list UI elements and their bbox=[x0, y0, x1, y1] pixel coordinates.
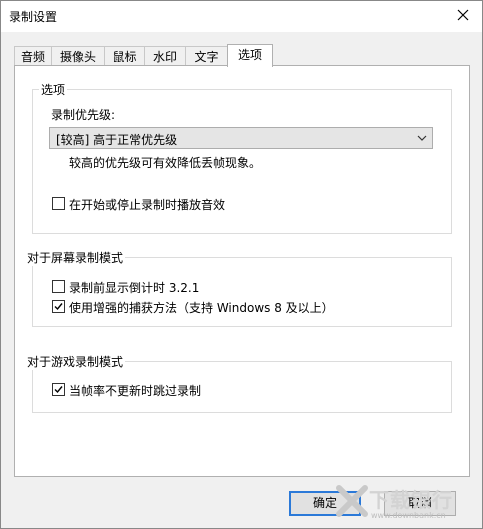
tab-text[interactable]: 文字 bbox=[185, 46, 228, 66]
tab-audio[interactable]: 音频 bbox=[14, 46, 52, 66]
priority-select[interactable]: [较高] 高于正常优先级 bbox=[49, 127, 433, 149]
cancel-button[interactable]: 取消 bbox=[384, 491, 456, 516]
chevron-down-icon bbox=[416, 132, 428, 144]
settings-dialog: 录制设置 音频 摄像头 鼠标 水印 文字 选项 选项 录制优先级: [较高] 高… bbox=[0, 0, 483, 529]
sound-checkbox-label[interactable]: 在开始或停止录制时播放音效 bbox=[69, 196, 225, 213]
priority-value: [较高] 高于正常优先级 bbox=[56, 133, 178, 147]
checkmark-icon bbox=[54, 303, 63, 311]
tab-watermark[interactable]: 水印 bbox=[144, 46, 186, 66]
ok-button[interactable]: 确定 bbox=[289, 491, 361, 516]
tab-camera[interactable]: 摄像头 bbox=[51, 46, 105, 66]
window-title: 录制设置 bbox=[9, 10, 58, 24]
countdown-checkbox-label[interactable]: 录制前显示倒计时 3.2.1 bbox=[69, 279, 199, 296]
tab-options[interactable]: 选项 bbox=[227, 44, 273, 67]
checkmark-icon bbox=[54, 386, 63, 394]
sound-checkbox[interactable] bbox=[52, 197, 65, 210]
skip-checkbox[interactable] bbox=[52, 383, 65, 396]
priority-label: 录制优先级: bbox=[51, 108, 116, 122]
enhanced-checkbox-label[interactable]: 使用增强的捕获方法（支持 Windows 8 及以上） bbox=[69, 299, 334, 316]
title-bar: 录制设置 bbox=[1, 1, 482, 32]
close-icon[interactable] bbox=[454, 6, 472, 24]
game-mode-group-label: 对于游戏录制模式 bbox=[25, 353, 126, 370]
priority-hint: 较高的优先级可有效降低丢帧现象。 bbox=[69, 156, 262, 170]
enhanced-checkbox[interactable] bbox=[52, 300, 65, 313]
screen-mode-group-label: 对于屏幕录制模式 bbox=[25, 249, 126, 266]
options-group-label: 选项 bbox=[39, 81, 68, 98]
countdown-checkbox[interactable] bbox=[52, 280, 65, 293]
tab-mouse[interactable]: 鼠标 bbox=[104, 46, 145, 66]
skip-checkbox-label[interactable]: 当帧率不更新时跳过录制 bbox=[69, 382, 201, 399]
